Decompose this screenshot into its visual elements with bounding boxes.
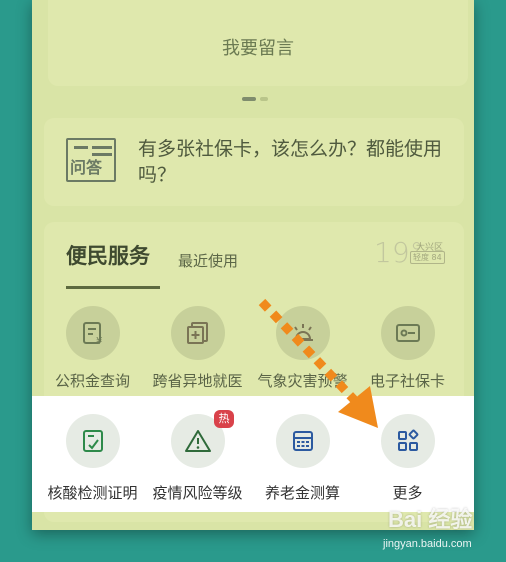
service-fund-query[interactable]: ¥ 公积金查询 xyxy=(40,306,145,406)
service-label: 更多 xyxy=(392,484,423,502)
phone-screen: 我要留言 问答 有多张社保卡，该怎么办？都能使用吗？ 便民服务 最近使用 19°… xyxy=(32,0,474,530)
medical-plus-icon xyxy=(171,306,225,360)
service-label: 公积金查询 xyxy=(54,372,130,390)
carousel-dot xyxy=(260,97,268,101)
qa-question: 有多张社保卡，该怎么办？都能使用吗？ xyxy=(138,138,443,186)
service-label: 养老金测算 xyxy=(264,484,340,502)
service-cross-province-medical[interactable]: 跨省异地就医 xyxy=(145,306,250,406)
social-security-card-icon xyxy=(381,306,435,360)
service-row-1: ¥ 公积金查询 跨省异地就医 气象灾害预警 电子社保卡 xyxy=(40,306,474,406)
more-grid-icon xyxy=(381,414,435,468)
service-label: 核酸检测证明 xyxy=(47,484,138,502)
nucleic-test-icon xyxy=(66,414,120,468)
service-label: 气象灾害预警 xyxy=(257,372,348,390)
leave-message-card[interactable]: 我要留言 xyxy=(48,0,468,86)
fund-document-icon: ¥ xyxy=(66,306,120,360)
weather-aqi: 轻度 84 xyxy=(410,251,445,264)
calculator-icon xyxy=(276,414,330,468)
service-label: 跨省异地就医 xyxy=(152,372,243,390)
hot-badge: 热 xyxy=(214,410,234,428)
service-e-social-card[interactable]: 电子社保卡 xyxy=(355,306,460,406)
qa-icon: 问答 xyxy=(66,138,116,182)
service-more[interactable]: 更多 xyxy=(355,414,460,514)
service-weather-alert[interactable]: 气象灾害预警 xyxy=(250,306,355,406)
weather-alert-icon xyxy=(276,306,330,360)
tab-recently-used[interactable]: 最近使用 xyxy=(178,250,238,271)
svg-text:¥: ¥ xyxy=(96,336,102,346)
qa-card[interactable]: 问答 有多张社保卡，该怎么办？都能使用吗？ xyxy=(44,118,464,206)
watermark-url: jingyan.baidu.com xyxy=(383,538,472,550)
leave-message-label: 我要留言 xyxy=(222,38,294,59)
tab-active-underline xyxy=(66,286,160,289)
service-nucleic-test[interactable]: 核酸检测证明 xyxy=(40,414,145,514)
service-label: 疫情风险等级 xyxy=(152,484,243,502)
service-pension-calculator[interactable]: 养老金测算 xyxy=(250,414,355,514)
service-row-2: 核酸检测证明 热 疫情风险等级 养老金测算 更多 xyxy=(40,410,474,514)
service-epidemic-risk[interactable]: 热 疫情风险等级 xyxy=(145,410,250,514)
tab-convenience-services[interactable]: 便民服务 xyxy=(66,240,150,270)
service-label: 电子社保卡 xyxy=(369,372,445,390)
carousel-dot-active xyxy=(242,97,256,101)
carousel-indicator xyxy=(242,97,268,101)
baidu-jingyan-watermark: Bai 经验 xyxy=(388,507,473,532)
